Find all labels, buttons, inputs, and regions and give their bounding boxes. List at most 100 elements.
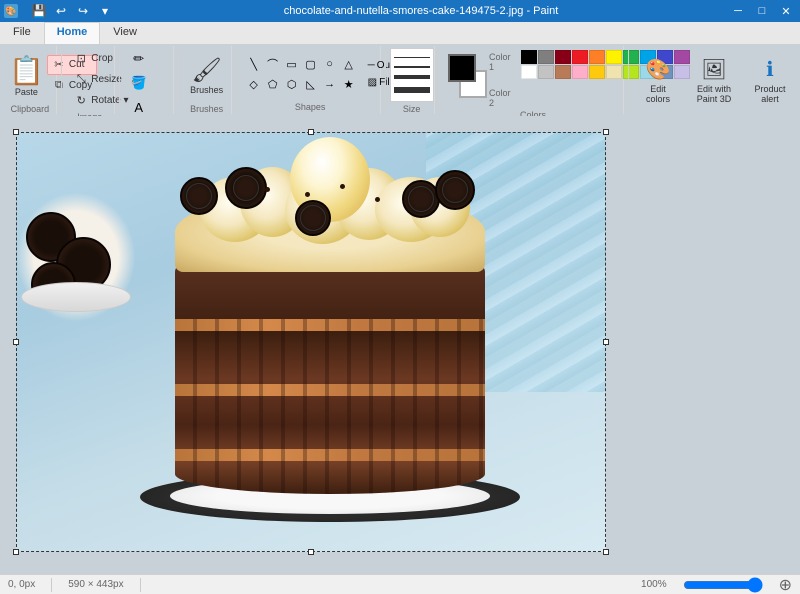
redo-quick-btn[interactable]: ↪	[74, 2, 92, 20]
swatch-brown[interactable]	[555, 65, 571, 79]
shape-curve[interactable]: ⌒	[264, 55, 282, 73]
clipboard-group: 📋 Paste ✂ Cut ⧉ Copy Clipboard	[4, 46, 57, 114]
resize-icon: ⤡	[74, 72, 88, 86]
size-line-4	[394, 87, 430, 93]
paste-button[interactable]: 📋 Paste	[8, 48, 45, 102]
crumble-1	[265, 187, 270, 192]
shape-diamond[interactable]: ◇	[245, 75, 263, 93]
shape-rect[interactable]: ▭	[283, 55, 301, 73]
swatch-lightgray[interactable]	[538, 65, 554, 79]
handle-top-center[interactable]	[308, 129, 314, 135]
swatch-black[interactable]	[521, 50, 537, 64]
chocolate-drip	[175, 319, 485, 494]
product-alert-icon: ℹ	[766, 57, 774, 82]
size-line-1	[394, 57, 430, 58]
quick-access-toolbar: 🎨 💾 ↩ ↪ ▾ chocolate-and-nutella-smores-c…	[0, 0, 800, 22]
copy-icon: ⧉	[52, 79, 66, 93]
maximize-button[interactable]: □	[752, 3, 772, 19]
cake-top	[165, 172, 495, 272]
crop-icon: ⊡	[74, 51, 88, 65]
swatch-darkred[interactable]	[555, 50, 571, 64]
edit-paint3d-button[interactable]: 🖼 Edit with Paint 3D	[688, 53, 740, 107]
color1-box[interactable]	[448, 54, 476, 82]
app-window: 🎨 💾 ↩ ↪ ▾ chocolate-and-nutella-smores-c…	[0, 0, 800, 594]
fill-icon: ▨	[368, 77, 377, 88]
swatch-gold[interactable]	[589, 65, 605, 79]
handle-bottom-right[interactable]	[603, 549, 609, 555]
shape-triangle[interactable]: △	[340, 55, 358, 73]
quick-access-dropdown[interactable]: ▾	[96, 2, 114, 20]
size-selector[interactable]	[390, 48, 434, 102]
swatch-pink[interactable]	[572, 65, 588, 79]
canvas-wrapper	[16, 132, 606, 552]
ribbon-content: 📋 Paste ✂ Cut ⧉ Copy Clipboard	[0, 44, 800, 116]
shape-arrow-right[interactable]: →	[321, 75, 339, 93]
save-quick-btn[interactable]: 💾	[30, 2, 48, 20]
text-tool[interactable]: A	[128, 96, 150, 118]
shape-star[interactable]: ★	[340, 75, 358, 93]
swatch-white[interactable]	[521, 65, 537, 79]
tab-file[interactable]: File	[0, 22, 44, 44]
undo-quick-btn[interactable]: ↩	[52, 2, 70, 20]
product-alert-button[interactable]: ℹ Product alert	[744, 53, 796, 107]
handle-middle-right[interactable]	[603, 339, 609, 345]
pencil-tool[interactable]: ✏	[128, 48, 150, 70]
product-alert-label: Product alert	[754, 84, 785, 104]
handle-bottom-left[interactable]	[13, 549, 19, 555]
size-line-2	[394, 66, 430, 68]
handle-top-left[interactable]	[13, 129, 19, 135]
color1-label: Color 1	[489, 52, 515, 72]
oreo-top-4	[435, 170, 475, 210]
cake-body	[175, 264, 485, 494]
swatch-cream[interactable]	[606, 65, 622, 79]
shape-rect-round[interactable]: ▢	[302, 55, 320, 73]
paste-label: Paste	[15, 87, 38, 97]
close-button[interactable]: ✕	[776, 3, 796, 19]
active-colors: Color 1 Color 2	[448, 50, 516, 108]
handle-middle-left[interactable]	[13, 339, 19, 345]
swatch-orange[interactable]	[589, 50, 605, 64]
size-group: Size	[389, 46, 435, 114]
bowl	[21, 282, 131, 312]
status-coordinates: 0, 0px	[8, 579, 35, 590]
oreo-top-2	[225, 167, 267, 209]
tab-view[interactable]: View	[100, 22, 150, 44]
shape-hexagon[interactable]: ⬡	[283, 75, 301, 93]
app-icon: 🎨	[4, 4, 18, 18]
oreo-top-5	[295, 200, 331, 236]
canvas-image[interactable]	[16, 132, 606, 552]
minimize-button[interactable]: ─	[728, 3, 748, 19]
clipboard-label: Clipboard	[8, 102, 52, 114]
swatch-gray[interactable]	[538, 50, 554, 64]
swatch-yellow[interactable]	[606, 50, 622, 64]
swatch-red[interactable]	[572, 50, 588, 64]
brushes-button[interactable]: 🖌 Brushes	[186, 48, 227, 102]
shapes-label: Shapes	[245, 100, 376, 112]
status-bar: 0, 0px 590 × 443px 100% ⊕	[0, 574, 800, 594]
paste-icon: 📋	[9, 54, 44, 87]
shape-right-triangle[interactable]: ◺	[302, 75, 320, 93]
shape-ellipse[interactable]: ○	[321, 55, 339, 73]
ribbon-tab-bar: File Home View	[0, 22, 800, 44]
oreo-top-1	[180, 177, 218, 215]
canvas-area	[0, 116, 800, 574]
handle-bottom-center[interactable]	[308, 549, 314, 555]
brushes-icon: 🖌	[191, 56, 221, 85]
handle-top-right[interactable]	[603, 129, 609, 135]
zoom-in-icon[interactable]: ⊕	[779, 575, 792, 594]
edit-colors-button[interactable]: 🎨 Edit colors	[632, 53, 684, 107]
paint3d-icon: 🖼	[701, 57, 726, 82]
shape-line[interactable]: ╲	[245, 55, 263, 73]
size-line-3	[394, 75, 430, 79]
rotate-icon: ↻	[74, 93, 88, 107]
colors-group: Color 1 Color 2	[444, 46, 624, 114]
shape-pentagon[interactable]: ⬠	[264, 75, 282, 93]
window-title: chocolate-and-nutella-smores-cake-149475…	[118, 5, 724, 17]
zoom-slider[interactable]	[683, 578, 763, 592]
tools-group: ✏ 🪣 A ◻ 💧 🔍 Tools	[124, 46, 174, 114]
tab-home[interactable]: Home	[44, 22, 101, 44]
fill-tool[interactable]: 🪣	[128, 72, 150, 94]
status-sep-1	[51, 578, 52, 592]
status-zoom: 100%	[641, 579, 667, 590]
main-area	[0, 116, 800, 574]
